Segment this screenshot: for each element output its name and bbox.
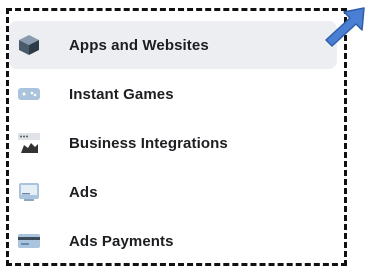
menu-item-label: Business Integrations [69, 134, 228, 152]
game-controller-icon [17, 82, 41, 106]
menu-item-ads-payments[interactable]: Ads Payments [9, 217, 337, 265]
ads-icon [17, 180, 41, 204]
ads-payments-icon [17, 229, 41, 253]
menu-item-label: Instant Games [69, 85, 174, 103]
menu-item-ads[interactable]: Ads [9, 168, 337, 216]
business-integration-icon [17, 131, 41, 155]
apps-cube-icon [17, 33, 41, 57]
menu-item-label: Ads Payments [69, 232, 174, 250]
menu-item-label: Apps and Websites [69, 36, 209, 54]
menu-item-business-integrations[interactable]: Business Integrations [9, 119, 337, 167]
menu-item-instant-games[interactable]: Instant Games [9, 70, 337, 118]
menu-item-label: Ads [69, 183, 98, 201]
pointer-arrow-icon [325, 7, 365, 47]
menu-item-apps-and-websites[interactable]: Apps and Websites [9, 21, 337, 69]
